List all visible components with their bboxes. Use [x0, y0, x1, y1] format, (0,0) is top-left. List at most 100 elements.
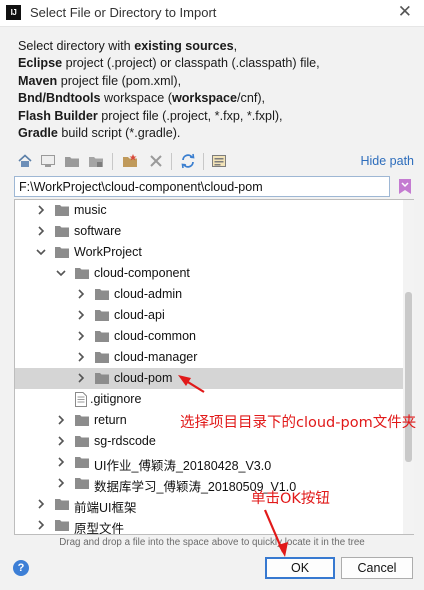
chevron-right-icon[interactable]	[54, 413, 68, 427]
title-bar: IJ Select File or Directory to Import ✕	[0, 0, 424, 27]
close-icon[interactable]: ✕	[398, 2, 412, 22]
description-text: project (.project) or classpath (.classp…	[62, 56, 320, 71]
module-folder-icon[interactable]	[88, 153, 104, 169]
chevron-right-icon[interactable]	[74, 329, 88, 343]
tree-row[interactable]: cloud-pom	[15, 368, 405, 389]
description-line: Select directory with existing sources,	[18, 38, 418, 55]
delete-icon[interactable]	[148, 153, 164, 169]
tree-row-label: cloud-common	[114, 329, 196, 343]
path-history-icon[interactable]	[397, 178, 413, 195]
chevron-right-icon[interactable]	[54, 434, 68, 448]
tree-row[interactable]: sg-rdscode	[15, 431, 405, 452]
tree-row-label: software	[74, 224, 122, 238]
folder-icon	[75, 478, 89, 489]
tree-row-label: cloud-admin	[114, 287, 183, 301]
cancel-button[interactable]: Cancel	[341, 557, 413, 579]
home-icon[interactable]	[17, 153, 33, 169]
tree-row-label: 前端UI框架	[74, 501, 137, 515]
description-text: project file (.project, *.fxp, *.fxpl),	[97, 108, 283, 123]
path-input[interactable]	[14, 176, 390, 197]
description-text: /cnf),	[237, 91, 266, 106]
folder-icon	[55, 499, 69, 510]
chevron-right-icon[interactable]	[34, 497, 48, 511]
desktop-icon[interactable]	[40, 153, 56, 169]
folder-icon	[55, 520, 69, 531]
toolbar-separator	[171, 153, 172, 170]
tree-row-label: .gitignore	[90, 392, 142, 406]
new-folder-icon[interactable]	[122, 153, 138, 169]
folder-icon	[95, 331, 109, 342]
tree-row[interactable]: UI作业_傅颖涛_20180428_V3.0	[15, 452, 405, 473]
chevron-right-icon[interactable]	[34, 518, 48, 532]
chevron-right-icon[interactable]	[74, 350, 88, 364]
folder-icon	[95, 289, 109, 300]
tree-scrollbar[interactable]	[403, 200, 414, 534]
chevron-down-icon[interactable]	[34, 245, 48, 259]
tree-row-label: cloud-api	[114, 308, 165, 322]
tree-row-label: sg-rdscode	[94, 434, 156, 448]
tree-scrollbar-thumb[interactable]	[405, 292, 412, 462]
chevron-down-icon[interactable]	[54, 266, 68, 280]
description-keyword: existing sources	[134, 39, 234, 53]
description-keyword: workspace	[171, 91, 238, 106]
chevron-right-icon[interactable]	[74, 287, 88, 301]
tree-row[interactable]: cloud-common	[15, 326, 405, 347]
window-title: Select File or Directory to Import	[30, 5, 217, 20]
tree-row[interactable]: cloud-api	[15, 305, 405, 326]
description-text: ,	[233, 39, 238, 53]
chevron-right-icon[interactable]	[74, 371, 88, 385]
folder-icon	[75, 457, 89, 468]
tree-row-label: WorkProject	[74, 245, 142, 259]
import-description: Select directory with existing sources, E…	[18, 38, 418, 142]
tree-row[interactable]: .gitignore	[15, 389, 405, 410]
chevron-right-icon[interactable]	[34, 224, 48, 238]
tree-row-label: return	[94, 413, 127, 427]
drag-drop-hint: Drag and drop a file into the space abov…	[59, 537, 365, 548]
file-chooser-toolbar: Hide path	[14, 150, 418, 174]
description-text: build script (*.gradle).	[57, 126, 181, 141]
folder-icon	[95, 373, 109, 384]
description-text: workspace (	[100, 91, 172, 106]
tree-row[interactable]: cloud-manager	[15, 347, 405, 368]
description-line: Maven project file (pom.xml),	[18, 73, 418, 90]
tree-row-label: cloud-manager	[114, 350, 198, 364]
file-tree[interactable]: music software WorkProject cloud-component c…	[14, 199, 414, 535]
description-text: Select directory with	[18, 39, 135, 53]
annotation-select-folder: 选择项目目录下的cloud-pom文件夹	[180, 415, 417, 431]
help-button[interactable]: ?	[13, 560, 29, 576]
tree-row-label: UI作业_傅颖涛_20180428_V3.0	[94, 459, 272, 473]
tree-row-label: music	[74, 203, 107, 217]
tree-row[interactable]: cloud-component	[15, 263, 405, 284]
tree-row[interactable]: WorkProject	[15, 242, 405, 263]
tree-row[interactable]: music	[15, 200, 405, 221]
chevron-right-icon[interactable]	[54, 476, 68, 490]
folder-icon	[75, 436, 89, 447]
hide-path-link[interactable]: Hide path	[360, 154, 414, 168]
tree-row[interactable]: software	[15, 221, 405, 242]
tree-row[interactable]: 原型文件	[15, 515, 405, 535]
description-keyword: Maven	[18, 73, 58, 88]
description-line: Bnd/Bndtools workspace (workspace/cnf),	[18, 90, 418, 107]
show-hidden-icon[interactable]	[211, 153, 227, 169]
folder-icon	[55, 205, 69, 216]
description-keyword: Eclipse	[18, 56, 63, 71]
chevron-right-icon[interactable]	[54, 455, 68, 469]
description-line: Gradle build script (*.gradle).	[18, 125, 418, 142]
tree-row-label: 原型文件	[74, 522, 125, 535]
ok-button[interactable]: OK	[265, 557, 335, 579]
description-keyword: Flash Builder	[18, 108, 98, 123]
project-folder-icon[interactable]	[64, 153, 80, 169]
folder-icon	[95, 310, 109, 321]
description-line: Flash Builder project file (.project, *.…	[18, 108, 418, 125]
intellij-logo-icon: IJ	[6, 5, 21, 20]
refresh-icon[interactable]	[180, 153, 196, 169]
tree-row-label: cloud-pom	[114, 371, 173, 385]
chevron-right-icon[interactable]	[34, 203, 48, 217]
file-icon	[75, 392, 87, 407]
folder-icon	[75, 268, 89, 279]
folder-icon	[55, 226, 69, 237]
tree-row-label: cloud-component	[94, 266, 190, 280]
tree-row[interactable]: cloud-admin	[15, 284, 405, 305]
chevron-right-icon[interactable]	[74, 308, 88, 322]
description-keyword: Bnd/Bndtools	[18, 91, 101, 106]
